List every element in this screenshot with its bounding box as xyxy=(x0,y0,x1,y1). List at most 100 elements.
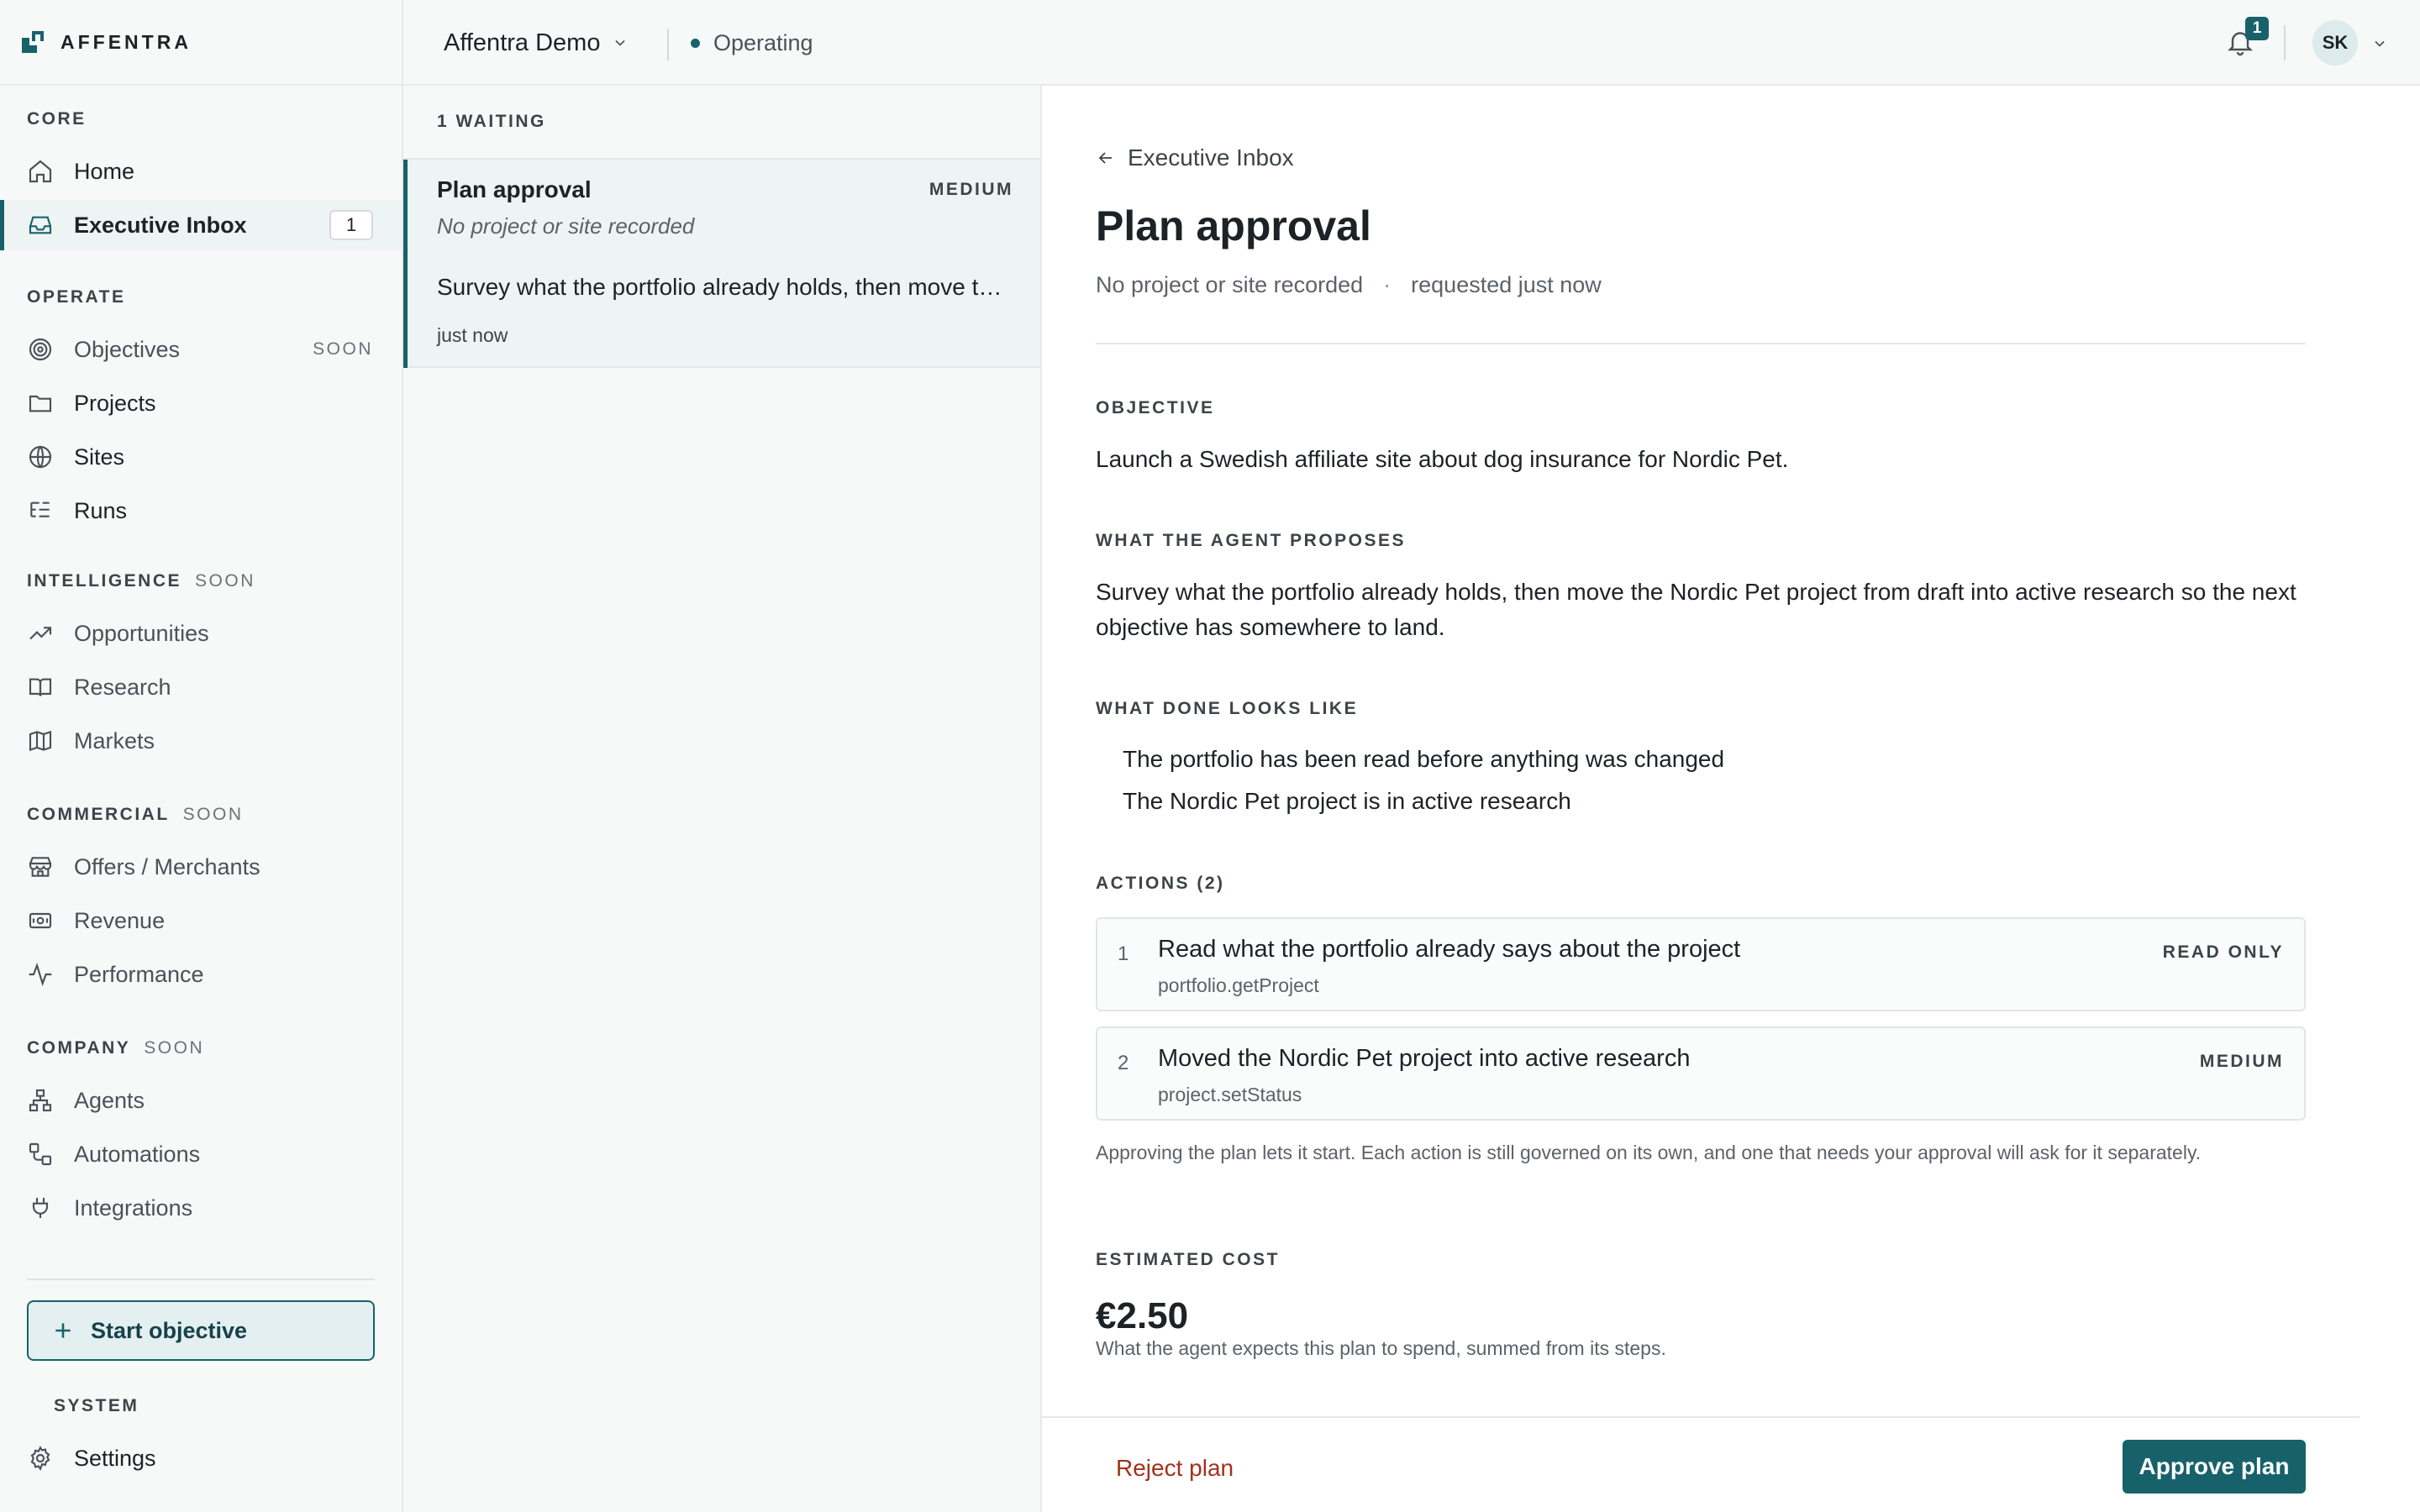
sidebar-item-research[interactable]: Research xyxy=(0,662,402,712)
plan-detail: Executive Inbox Plan approval No project… xyxy=(1042,86,2420,1512)
network-icon xyxy=(27,1087,54,1114)
notification-count-badge: 1 xyxy=(2245,17,2269,40)
objective-text: Launch a Swedish affiliate site about do… xyxy=(1096,446,1789,472)
risk-badge: MEDIUM xyxy=(2199,1052,2284,1071)
inbox-list: 1 WAITING Plan approval MEDIUM No projec… xyxy=(403,86,1042,1512)
sidebar-item-label: Performance xyxy=(74,961,204,987)
target-icon xyxy=(27,336,54,363)
sidebar-item-label: Executive Inbox xyxy=(74,212,247,238)
map-icon xyxy=(27,727,54,754)
action-title: Moved the Nordic Pet project into active… xyxy=(1158,1045,1691,1072)
org-switcher[interactable]: Affentra Demo xyxy=(444,0,629,86)
sidebar-item-label: Automations xyxy=(74,1141,201,1167)
plus-icon xyxy=(55,1323,71,1338)
card-timestamp: just now xyxy=(437,324,508,346)
section-intelligence: INTELLIGENCE SOON xyxy=(27,571,255,591)
start-objective-button[interactable]: Start objective xyxy=(27,1300,375,1361)
banknote-icon xyxy=(27,907,54,934)
sidebar-item-settings[interactable]: Settings xyxy=(0,1433,402,1483)
context-text: No project or site recorded xyxy=(1096,272,1364,297)
sidebar-item-agents[interactable]: Agents xyxy=(0,1075,402,1126)
action-title: Read what the portfolio already says abo… xyxy=(1158,936,1741,963)
gear-icon xyxy=(27,1445,54,1472)
action-method: portfolio.getProject xyxy=(1158,974,1319,996)
list-tree-icon xyxy=(27,497,54,524)
org-name: Affentra Demo xyxy=(444,29,601,56)
divider xyxy=(667,29,669,60)
sidebar-item-home[interactable]: Home xyxy=(0,146,402,197)
plug-icon xyxy=(27,1194,54,1221)
sidebar-item-label: Markets xyxy=(74,727,155,753)
affentra-logo-icon xyxy=(22,31,44,53)
proposal-text: Survey what the portfolio already holds,… xyxy=(1096,579,2296,640)
folder-icon xyxy=(27,390,54,417)
sidebar: AFFENTRA CORE Home Executive Inbox 1 OPE… xyxy=(0,0,403,1512)
avatar[interactable]: SK xyxy=(2312,20,2358,66)
sidebar-item-markets[interactable]: Markets xyxy=(0,716,402,766)
workflow-icon xyxy=(27,1141,54,1168)
activity-icon xyxy=(27,961,54,988)
sidebar-item-automations[interactable]: Automations xyxy=(0,1129,402,1179)
sidebar-divider xyxy=(27,1278,375,1280)
sidebar-item-offers-merchants[interactable]: Offers / Merchants xyxy=(0,842,402,892)
action-item: 1 Read what the portfolio already says a… xyxy=(1096,917,2306,1011)
sidebar-item-sites[interactable]: Sites xyxy=(0,432,402,482)
sidebar-item-label: Revenue xyxy=(74,907,166,933)
back-link[interactable]: Executive Inbox xyxy=(1096,144,1294,171)
brand-name: AFFENTRA xyxy=(60,30,192,53)
sidebar-item-label: Runs xyxy=(74,497,128,523)
operating-status: Operating xyxy=(691,0,813,86)
reject-plan-button[interactable]: Reject plan xyxy=(1116,1455,1234,1482)
sidebar-item-performance[interactable]: Performance xyxy=(0,949,402,1000)
chevron-down-icon[interactable] xyxy=(2371,35,2388,52)
sidebar-item-opportunities[interactable]: Opportunities xyxy=(0,608,402,659)
sidebar-item-label: Offers / Merchants xyxy=(74,853,260,879)
sidebar-item-label: Objectives xyxy=(74,336,181,362)
objective-label: OBJECTIVE xyxy=(1096,398,1215,417)
sidebar-item-label: Agents xyxy=(74,1087,145,1113)
section-company: COMPANY SOON xyxy=(27,1038,205,1058)
requested-time: requested just now xyxy=(1411,272,1602,297)
action-item: 2 Moved the Nordic Pet project into acti… xyxy=(1096,1026,2306,1121)
sidebar-item-runs[interactable]: Runs xyxy=(0,486,402,536)
brand[interactable]: AFFENTRA xyxy=(0,0,402,86)
meta-separator: · xyxy=(1383,272,1392,297)
card-title: Plan approval xyxy=(437,176,592,202)
sidebar-item-label: Projects xyxy=(74,390,156,416)
priority-badge: MEDIUM xyxy=(929,180,1013,199)
start-objective-label: Start objective xyxy=(91,1317,248,1343)
arrow-left-icon xyxy=(1098,152,1112,164)
sidebar-item-objectives[interactable]: Objectives SOON xyxy=(0,324,402,375)
inbox-icon xyxy=(27,212,54,239)
sidebar-item-label: Opportunities xyxy=(74,620,209,646)
card-context: No project or site recorded xyxy=(437,213,695,239)
soon-badge: SOON xyxy=(313,339,373,359)
approve-plan-button[interactable]: Approve plan xyxy=(2123,1440,2306,1494)
home-icon xyxy=(27,158,54,185)
done-label: WHAT DONE LOOKS LIKE xyxy=(1096,699,1359,718)
action-number: 2 xyxy=(1118,1052,1129,1074)
actions-label: ACTIONS (2) xyxy=(1096,874,1225,893)
done-criterion: The portfolio has been read before anyth… xyxy=(1123,746,1725,772)
cost-note: What the agent expects this plan to spen… xyxy=(1096,1337,1666,1359)
sidebar-item-executive-inbox[interactable]: Executive Inbox 1 xyxy=(0,200,402,250)
section-operate: OPERATE xyxy=(27,287,126,307)
section-system: SYSTEM xyxy=(54,1396,139,1415)
card-summary: Survey what the portfolio already holds,… xyxy=(437,274,1005,300)
waiting-count-header: 1 WAITING xyxy=(403,86,1040,160)
estimated-cost: €2.50 xyxy=(1096,1295,1189,1336)
top-bar: Affentra Demo Operating 1 SK xyxy=(403,0,2420,86)
back-link-label: Executive Inbox xyxy=(1128,144,1294,171)
trending-up-icon xyxy=(27,620,54,647)
inbox-count-badge: 1 xyxy=(329,210,373,240)
sidebar-item-revenue[interactable]: Revenue xyxy=(0,895,402,946)
page-title: Plan approval xyxy=(1096,202,1371,249)
divider xyxy=(1096,343,2306,344)
sidebar-item-label: Home xyxy=(74,158,135,184)
sidebar-item-label: Research xyxy=(74,674,171,700)
inbox-card[interactable]: Plan approval MEDIUM No project or site … xyxy=(403,160,1040,368)
chevron-down-icon xyxy=(615,39,626,46)
sidebar-item-integrations[interactable]: Integrations xyxy=(0,1183,402,1233)
sidebar-item-projects[interactable]: Projects xyxy=(0,378,402,428)
done-criterion: The Nordic Pet project is in active rese… xyxy=(1123,788,1571,814)
